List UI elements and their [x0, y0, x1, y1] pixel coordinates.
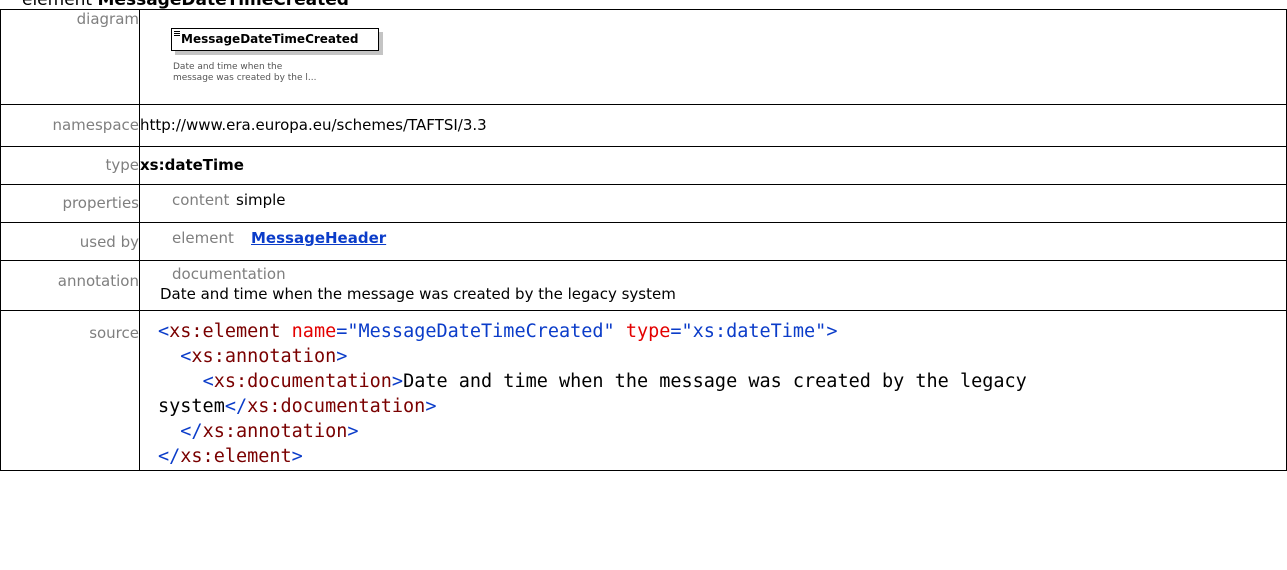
type-label: type — [0, 146, 140, 185]
diagram-note-line1: Date and time when the — [173, 62, 283, 72]
annotation-cell: documentation Date and time when the mes… — [139, 260, 1287, 311]
used-by-row: used by element MessageHeader — [0, 222, 1287, 261]
diagram-cell: MessageDateTimeCreated Date and time whe… — [139, 9, 1287, 105]
source-code: <xs:element name="MessageDateTimeCreated… — [158, 321, 1038, 467]
used-by-link[interactable]: MessageHeader — [251, 229, 386, 247]
page-title: element MessageDateTimeCreated — [22, 0, 349, 9]
source-cell: <xs:element name="MessageDateTimeCreated… — [139, 310, 1287, 471]
used-by-key: element — [172, 229, 234, 247]
source-label: source — [0, 310, 140, 471]
element-doc-table: diagram MessageDateTimeCreated Date and … — [0, 9, 1287, 471]
diagram-box-label: MessageDateTimeCreated — [181, 32, 359, 46]
element-lines-icon — [174, 31, 180, 37]
source-row: source <xs:element name="MessageDateTime… — [0, 310, 1287, 471]
annotation-row: annotation documentation Date and time w… — [0, 260, 1287, 311]
properties-value: simple — [236, 191, 286, 209]
properties-key: content — [172, 191, 230, 209]
namespace-row: namespace http://www.era.europa.eu/schem… — [0, 104, 1287, 147]
annotation-value: Date and time when the message was creat… — [160, 285, 676, 303]
namespace-value: http://www.era.europa.eu/schemes/TAFTSI/… — [139, 104, 1287, 147]
type-row: type xs:dateTime — [0, 146, 1287, 185]
diagram-row: diagram MessageDateTimeCreated Date and … — [0, 9, 1287, 105]
used-by-label: used by — [0, 222, 140, 261]
annotation-label: annotation — [0, 260, 140, 311]
properties-row: properties content simple — [0, 184, 1287, 223]
type-value: xs:dateTime — [139, 146, 1287, 185]
used-by-cell: element MessageHeader — [139, 222, 1287, 261]
annotation-key: documentation — [172, 265, 286, 283]
properties-cell: content simple — [139, 184, 1287, 223]
diagram-element-box[interactable]: MessageDateTimeCreated — [171, 28, 379, 51]
namespace-label: namespace — [0, 104, 140, 147]
diagram-label: diagram — [0, 9, 140, 105]
properties-label: properties — [0, 184, 140, 223]
diagram-note-line2: message was created by the l... — [173, 73, 317, 83]
diagram-note: Date and time when the message was creat… — [173, 62, 373, 84]
